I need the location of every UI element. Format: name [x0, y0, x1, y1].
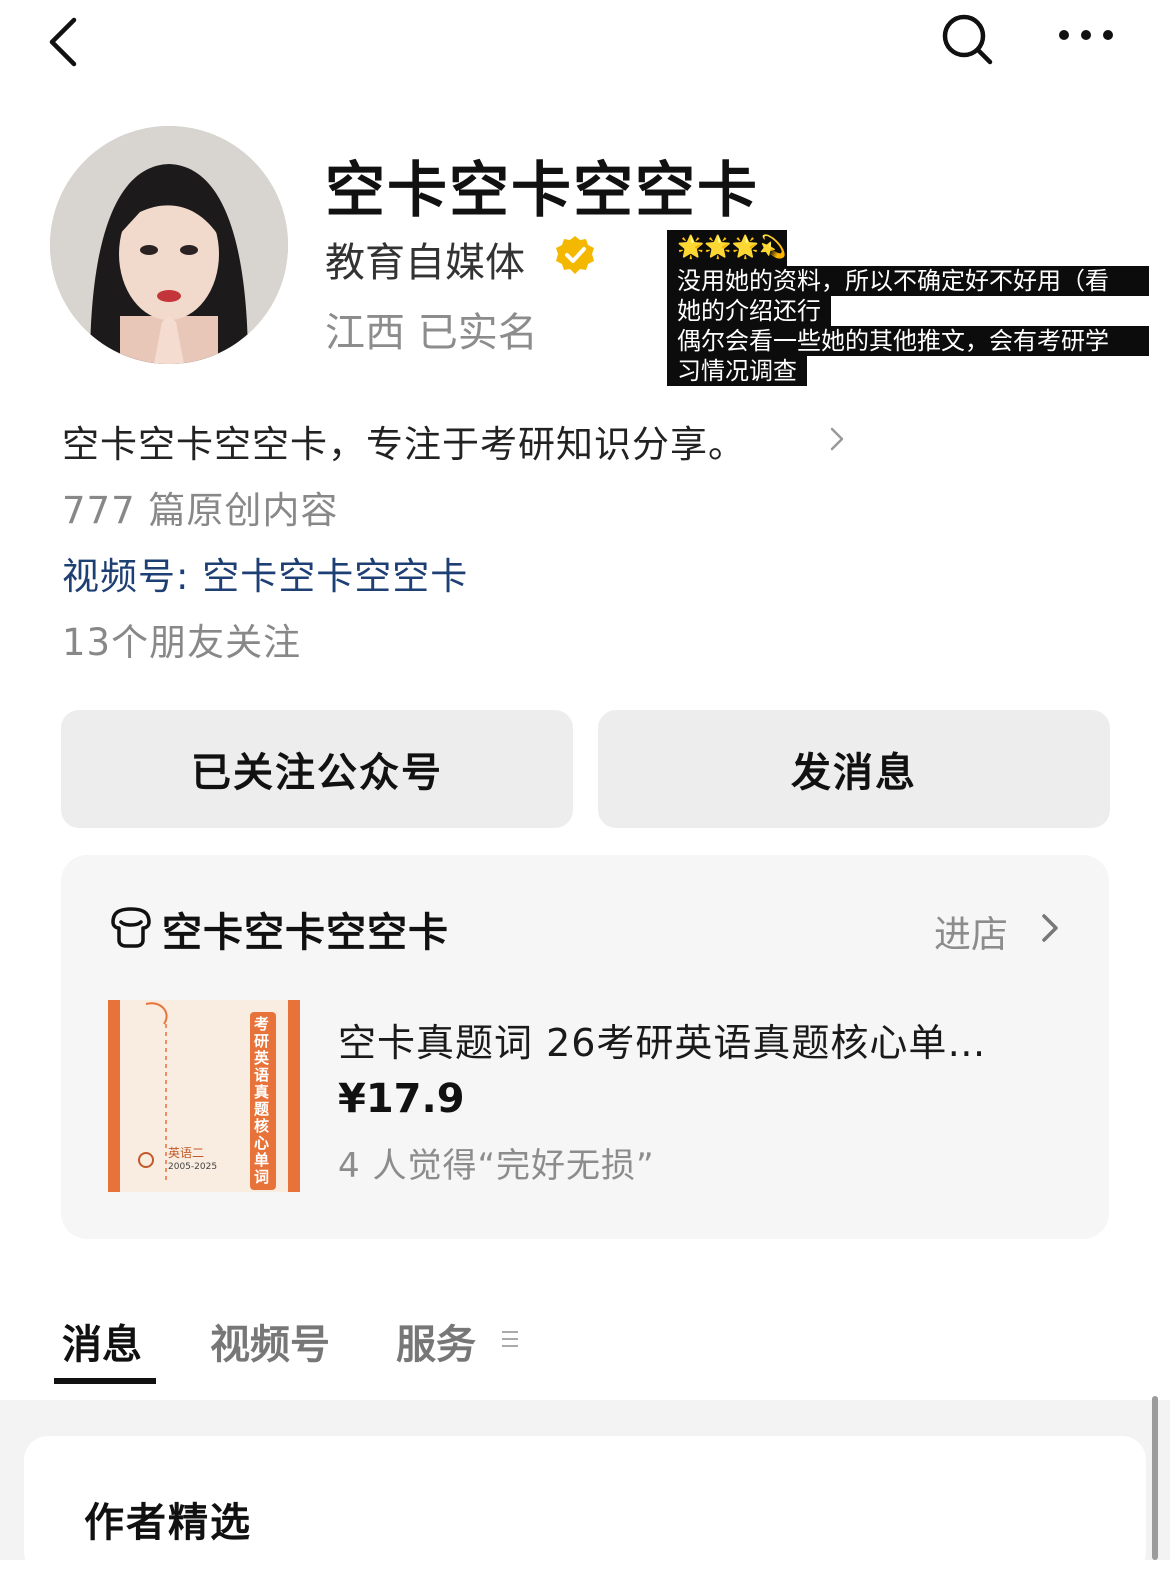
followed-button[interactable]: 已关注公众号 [61, 710, 573, 828]
enter-shop-link[interactable]: 进店 [934, 904, 1008, 958]
note-line-3: 偶尔会看一些她的其他推文，会有考研学 [667, 326, 1149, 356]
tab-channels[interactable]: 视频号 [210, 1312, 330, 1370]
account-description[interactable]: 空卡空卡空空卡，专注于考研知识分享。 [62, 414, 746, 468]
tab-services[interactable]: 服务 [396, 1312, 476, 1370]
location-verification: 江西 已实名 [325, 310, 538, 356]
friends-following[interactable]: 13个朋友关注 [62, 612, 301, 666]
account-category: 教育自媒体 [325, 240, 525, 286]
avatar-image [50, 126, 288, 364]
scrollbar[interactable] [1152, 1396, 1158, 1560]
avatar[interactable] [50, 126, 288, 364]
original-content-count[interactable]: 777 篇原创内容 [62, 480, 338, 534]
cover-line-art [138, 1002, 168, 1180]
chevron-right-icon[interactable] [1038, 910, 1062, 946]
video-channel-link[interactable]: 视频号: 空卡空卡空空卡 [62, 546, 468, 600]
send-message-button[interactable]: 发消息 [598, 710, 1110, 828]
description-chevron-icon[interactable] [826, 424, 848, 454]
search-icon [942, 14, 993, 65]
chevron-left-icon [49, 17, 77, 67]
back-button[interactable] [40, 8, 96, 68]
menu-lines-icon[interactable] [500, 1328, 520, 1350]
product-cover-image[interactable]: 考研英语真题核心单词 英语二 2005-2025 [108, 1000, 300, 1192]
active-tab-indicator [54, 1378, 156, 1384]
more-dots-icon [1059, 30, 1113, 40]
note-stars: 🌟🌟🌟💫 [667, 230, 787, 266]
product-title[interactable]: 空卡真题词 26考研英语真题核心单… [338, 1012, 986, 1067]
author-picks-title: 作者精选 [84, 1500, 252, 1546]
search-button[interactable] [936, 8, 1000, 68]
verified-badge-icon[interactable] [554, 234, 596, 276]
more-button[interactable] [1050, 10, 1120, 60]
product-price: ¥17.9 [338, 1076, 465, 1122]
product-cover-text: 考研英语真题核心单词 [254, 1015, 270, 1186]
tab-messages[interactable]: 消息 [62, 1312, 142, 1370]
account-name: 空卡空卡空空卡 [325, 156, 759, 226]
note-line-4: 习情况调查 [667, 356, 807, 386]
note-line-2: 她的介绍还行 [667, 296, 831, 326]
note-line-1: 没用她的资料，所以不确定好不好用（看 [667, 266, 1149, 296]
product-review: 4 人觉得“完好无损” [338, 1146, 655, 1186]
shop-name[interactable]: 空卡空卡空空卡 [162, 900, 449, 958]
shop-icon [108, 904, 154, 950]
